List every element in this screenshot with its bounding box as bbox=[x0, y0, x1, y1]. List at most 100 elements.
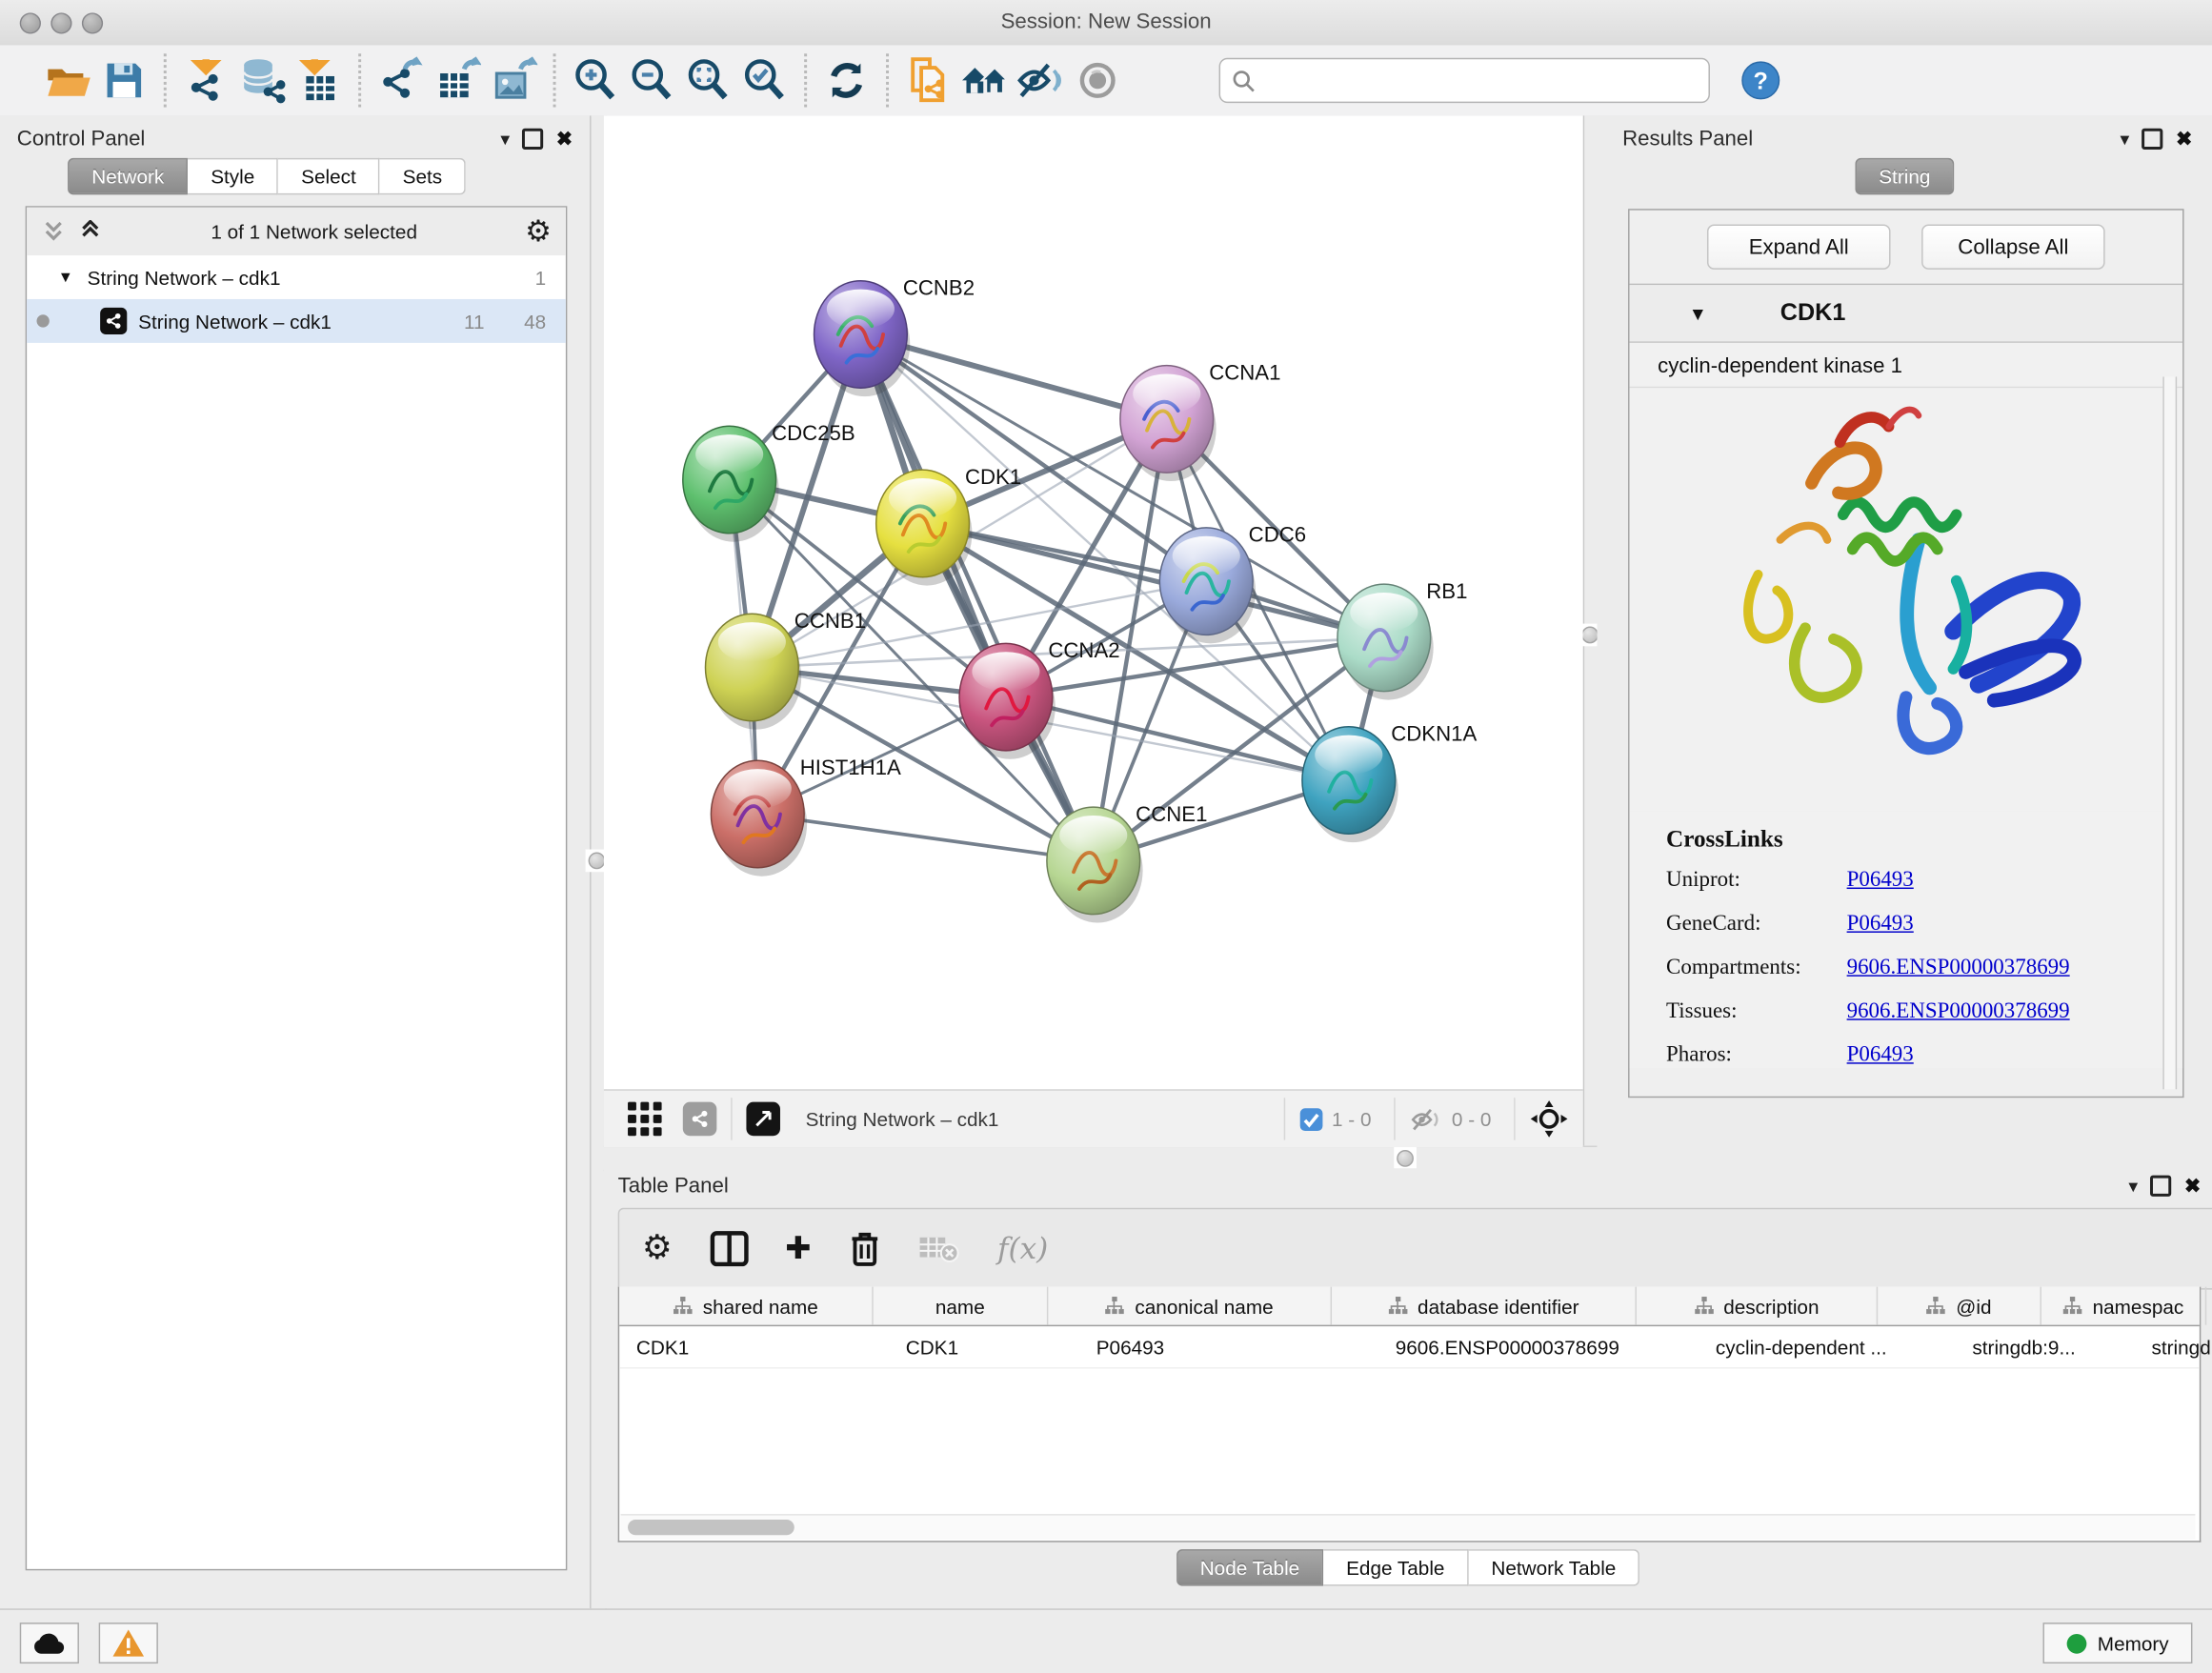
equation-builder-icon[interactable]: f(x) bbox=[997, 1232, 1048, 1266]
export-image-button[interactable] bbox=[485, 52, 541, 109]
column-header-shared-name[interactable]: shared name bbox=[619, 1287, 874, 1325]
save-session-button[interactable] bbox=[96, 52, 152, 109]
panel-collapse-icon[interactable]: ▾ bbox=[2128, 1175, 2138, 1198]
expand-all-button[interactable]: Expand All bbox=[1707, 224, 1891, 269]
column-header-description[interactable]: description bbox=[1637, 1287, 1878, 1325]
import-network-database-button[interactable] bbox=[234, 52, 291, 109]
selected-checkbox-icon[interactable] bbox=[1299, 1107, 1323, 1131]
zoom-out-button[interactable] bbox=[624, 52, 680, 109]
network-collection-row[interactable]: ▼ String Network – cdk1 1 bbox=[27, 255, 566, 299]
scrollbar-thumb[interactable] bbox=[628, 1520, 794, 1535]
network-node-rb1[interactable]: RB1 bbox=[1337, 579, 1468, 700]
node-table[interactable]: shared namenamecanonical namedatabase id… bbox=[618, 1287, 2202, 1542]
crosslink-link[interactable]: P06493 bbox=[1847, 912, 1914, 937]
import-table-file-button[interactable] bbox=[291, 52, 347, 109]
column-header-name[interactable]: name bbox=[874, 1287, 1049, 1325]
column-header-namespac[interactable]: namespac bbox=[2041, 1287, 2206, 1325]
zoom-selected-button[interactable] bbox=[736, 52, 793, 109]
grid-view-icon[interactable] bbox=[627, 1100, 664, 1138]
network-canvas[interactable]: CCNB2CCNA1CDC25BCDK1CDC6RB1CCNB1CCNA2CDK… bbox=[604, 115, 1583, 1089]
cloud-status-button[interactable] bbox=[20, 1623, 79, 1663]
network-node-cdc6[interactable]: CDC6 bbox=[1159, 523, 1306, 644]
table-row[interactable]: CDK1CDK1P064939606.ENSP00000378699cyclin… bbox=[619, 1326, 2200, 1368]
results-scrollbar[interactable] bbox=[2162, 376, 2177, 1089]
clone-network-button[interactable] bbox=[900, 52, 956, 109]
splitter-handle[interactable] bbox=[1394, 1147, 1417, 1170]
panel-close-icon[interactable]: ✖ bbox=[556, 127, 573, 151]
export-network-button[interactable] bbox=[372, 52, 429, 109]
crosslink-link[interactable]: 9606.ENSP00000378699 bbox=[1847, 999, 2070, 1025]
open-session-button[interactable] bbox=[39, 52, 95, 109]
delete-table-icon[interactable] bbox=[918, 1232, 960, 1266]
network-node-hist1h1a[interactable]: HIST1H1A bbox=[711, 756, 901, 877]
export-table-button[interactable] bbox=[429, 52, 485, 109]
crosslink-link[interactable]: 9606.ENSP00000378699 bbox=[1847, 956, 2070, 981]
tab-node-table[interactable]: Node Table bbox=[1176, 1549, 1324, 1586]
table-cell[interactable]: 9606.ENSP00000378699 bbox=[1378, 1326, 1699, 1367]
show-all-button[interactable] bbox=[1070, 52, 1126, 109]
panel-collapse-icon[interactable]: ▾ bbox=[2121, 128, 2130, 151]
table-cell[interactable]: stringdb bbox=[2135, 1326, 2212, 1367]
table-cell[interactable]: stringdb:9... bbox=[1956, 1326, 2135, 1367]
panel-close-icon[interactable]: ✖ bbox=[2184, 1174, 2201, 1198]
tab-style[interactable]: Style bbox=[189, 158, 279, 195]
import-network-file-button[interactable] bbox=[178, 52, 234, 109]
delete-column-trash-icon[interactable] bbox=[848, 1230, 882, 1268]
memory-button[interactable]: Memory bbox=[2042, 1623, 2192, 1663]
gear-icon[interactable]: ⚙ bbox=[525, 216, 552, 246]
search-input[interactable] bbox=[1256, 68, 1698, 93]
crosslink-link[interactable]: P06493 bbox=[1847, 868, 1914, 894]
network-node-ccnb2[interactable]: CCNB2 bbox=[814, 276, 975, 397]
network-edge[interactable] bbox=[860, 334, 1093, 860]
zoom-window-icon[interactable] bbox=[82, 12, 103, 33]
expand-all-icon[interactable] bbox=[77, 220, 103, 243]
tree-expander-icon[interactable]: ▼ bbox=[58, 269, 73, 286]
table-hscrollbar[interactable] bbox=[621, 1514, 2196, 1540]
tab-network[interactable]: Network bbox=[68, 158, 188, 195]
network-row[interactable]: String Network – cdk1 11 48 bbox=[27, 299, 566, 343]
birdseye-view-icon[interactable] bbox=[746, 1102, 780, 1137]
tab-network-table[interactable]: Network Table bbox=[1469, 1549, 1640, 1586]
hide-selected-button[interactable] bbox=[1013, 52, 1069, 109]
add-column-icon[interactable]: ✚ bbox=[785, 1233, 811, 1264]
hidden-eye-icon[interactable] bbox=[1409, 1105, 1443, 1132]
network-edge[interactable] bbox=[923, 523, 1384, 637]
panel-float-icon[interactable] bbox=[2142, 129, 2163, 150]
network-node-cdc25b[interactable]: CDC25B bbox=[683, 421, 855, 542]
table-cell[interactable]: cyclin-dependent ... bbox=[1699, 1326, 1956, 1367]
table-cell[interactable]: CDK1 bbox=[619, 1326, 889, 1367]
table-cell[interactable]: P06493 bbox=[1079, 1326, 1378, 1367]
column-header--id[interactable]: @id bbox=[1878, 1287, 2041, 1325]
network-graph[interactable]: CCNB2CCNA1CDC25BCDK1CDC6RB1CCNB1CCNA2CDK… bbox=[604, 115, 1583, 1089]
panel-float-icon[interactable] bbox=[522, 129, 543, 150]
zoom-fit-button[interactable] bbox=[680, 52, 736, 109]
close-window-icon[interactable] bbox=[20, 12, 41, 33]
table-settings-gear-icon[interactable]: ⚙ bbox=[642, 1232, 673, 1266]
gene-section-header[interactable]: ▼ CDK1 bbox=[1630, 285, 2183, 343]
fit-selected-icon[interactable] bbox=[1529, 1099, 1568, 1139]
search-box[interactable] bbox=[1219, 58, 1710, 103]
collapse-all-icon[interactable] bbox=[41, 220, 67, 243]
zoom-in-button[interactable] bbox=[567, 52, 623, 109]
warnings-button[interactable] bbox=[99, 1623, 158, 1663]
column-header-canonical-name[interactable]: canonical name bbox=[1048, 1287, 1332, 1325]
panel-close-icon[interactable]: ✖ bbox=[2176, 127, 2192, 151]
minimize-window-icon[interactable] bbox=[50, 12, 71, 33]
first-neighbors-button[interactable] bbox=[956, 52, 1013, 109]
tab-sets[interactable]: Sets bbox=[380, 158, 466, 195]
network-node-ccna2[interactable]: CCNA2 bbox=[959, 638, 1120, 759]
refresh-layout-button[interactable] bbox=[818, 52, 875, 109]
help-button[interactable]: ? bbox=[1733, 52, 1789, 109]
tab-string[interactable]: String bbox=[1855, 158, 1955, 195]
panel-float-icon[interactable] bbox=[2150, 1176, 2171, 1197]
gene-expander-icon[interactable]: ▼ bbox=[1689, 303, 1707, 324]
tab-edge-table[interactable]: Edge Table bbox=[1323, 1549, 1468, 1586]
network-badge-icon[interactable] bbox=[683, 1102, 717, 1137]
network-node-ccna1[interactable]: CCNA1 bbox=[1120, 360, 1281, 481]
tab-select[interactable]: Select bbox=[278, 158, 380, 195]
network-node-ccne1[interactable]: CCNE1 bbox=[1047, 802, 1208, 923]
show-columns-icon[interactable] bbox=[709, 1230, 748, 1267]
crosslink-link[interactable]: P06493 bbox=[1847, 1042, 1914, 1068]
table-cell[interactable]: CDK1 bbox=[889, 1326, 1079, 1367]
collapse-all-button[interactable]: Collapse All bbox=[1921, 224, 2105, 269]
